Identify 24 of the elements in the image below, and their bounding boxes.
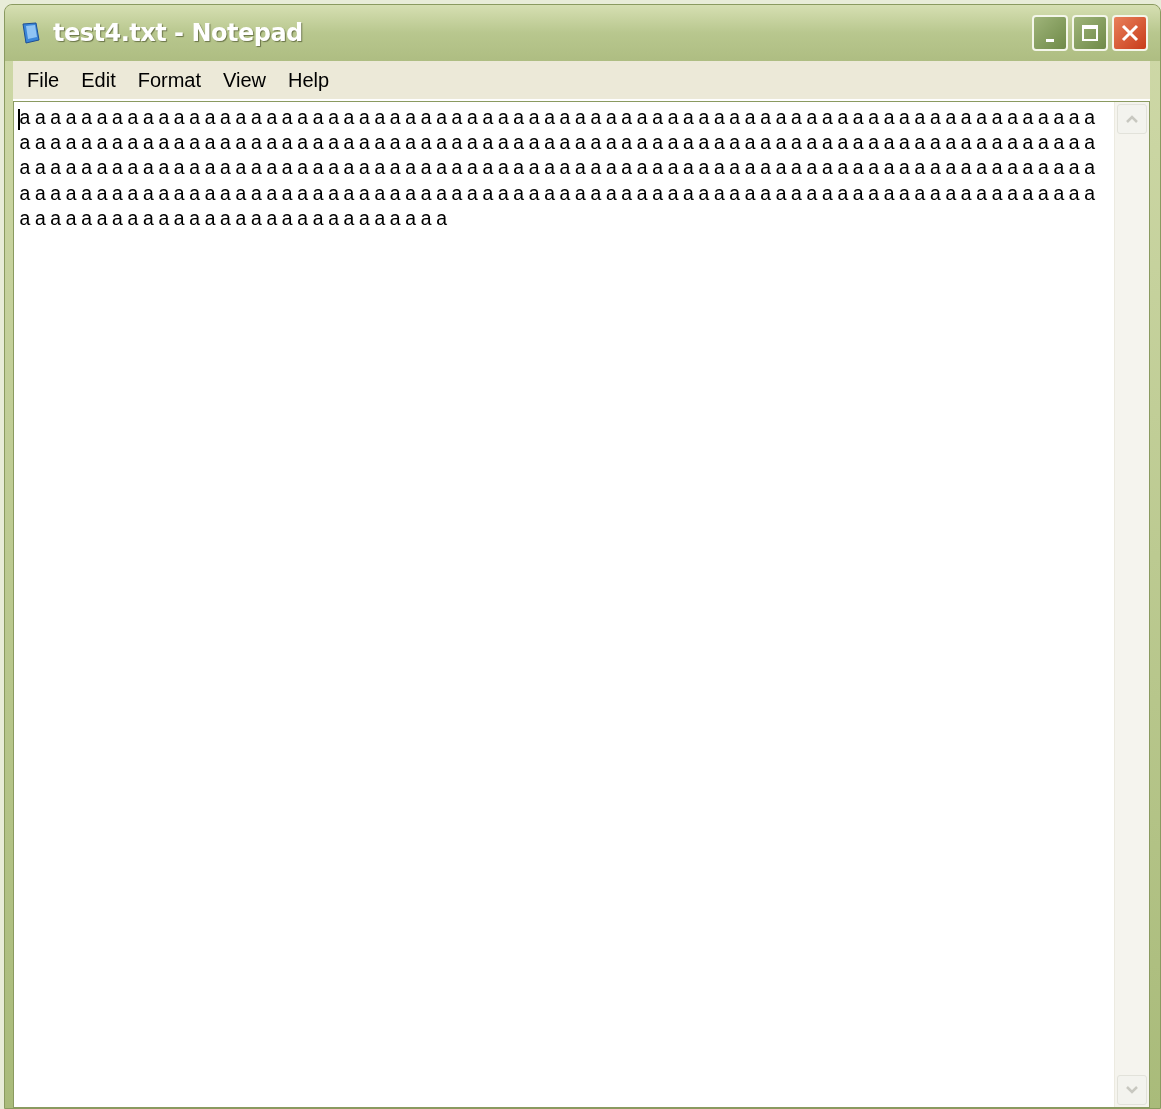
text-cursor [18,109,20,130]
menu-item[interactable]: View [215,68,275,92]
text-line: aaaaaaaaaaaaaaaaaaaaaaaaaaaa [19,206,453,232]
window-title: test4.txt - Notepad [53,19,304,47]
close-button[interactable] [1112,15,1148,51]
text-line: aaaaaaaaaaaaaaaaaaaaaaaaaaaaaaaaaaaaaaaaaaaaaaaaaaaaaaaaaaaaaaaaaaaaaa [19,181,1101,207]
maximize-icon [1081,24,1099,42]
minimize-icon [1046,38,1054,42]
text-line: aaaaaaaaaaaaaaaaaaaaaaaaaaaaaaaaaaaaaaaaaaaaaaaaaaaaaaaaaaaaaaaaaaaaaa [19,106,1101,132]
maximize-button[interactable] [1072,15,1108,51]
scroll-up-button[interactable] [1117,104,1147,134]
close-icon [1120,23,1140,43]
menu-item[interactable]: File [19,68,68,92]
minimize-button[interactable] [1032,15,1068,51]
scroll-down-button[interactable] [1117,1075,1147,1105]
chevron-up-icon [1125,114,1139,124]
text-line: aaaaaaaaaaaaaaaaaaaaaaaaaaaaaaaaaaaaaaaaaaaaaaaaaaaaaaaaaaaaaaaaaaaaaa [19,156,1101,182]
vertical-scrollbar[interactable] [1114,102,1149,1107]
menu-item[interactable]: Format [129,68,210,92]
menu-item[interactable]: Help [280,68,338,92]
notepad-icon [19,21,43,45]
menu-item[interactable]: Edit [73,68,124,92]
chevron-down-icon [1125,1085,1139,1095]
text-line: aaaaaaaaaaaaaaaaaaaaaaaaaaaaaaaaaaaaaaaaaaaaaaaaaaaaaaaaaaaaaaaaaaaaaa [19,131,1101,157]
